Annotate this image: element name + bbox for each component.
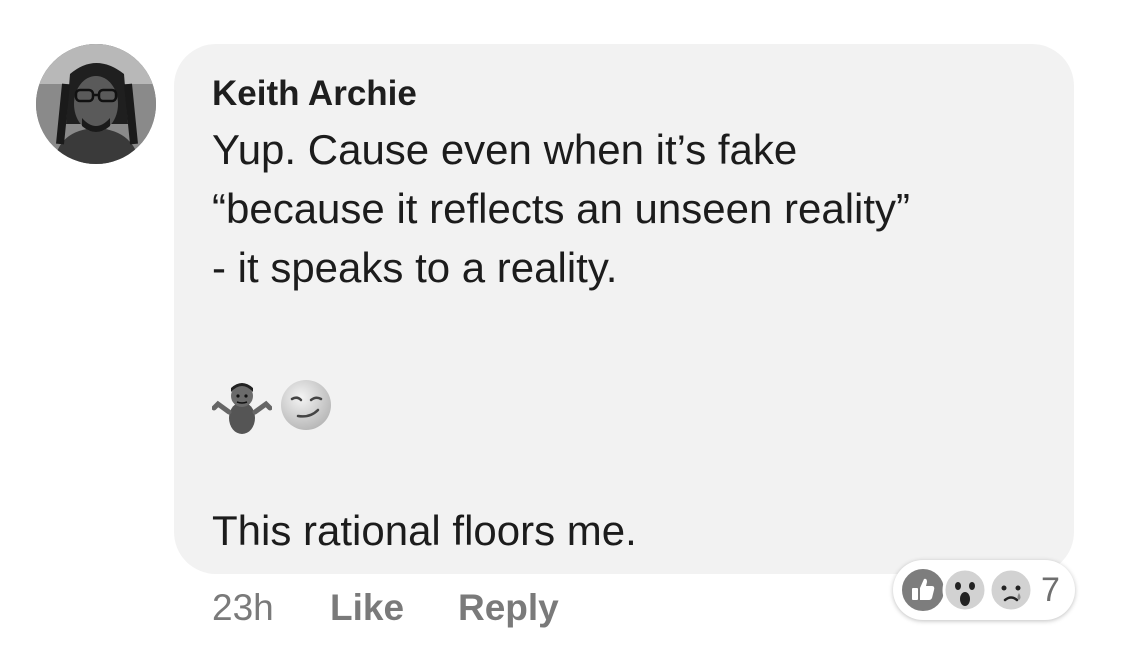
comment-text-line: Yup. Cause even when it’s fake — [212, 126, 798, 173]
comment-actions: 23h Like Reply — [0, 586, 700, 630]
sad-reaction-icon — [987, 566, 1035, 614]
person-shrugging-emoji — [212, 383, 272, 434]
comment-text-line: “because it reflects an unseen reality” — [212, 185, 911, 232]
comment-text-line: - it speaks to a reality. — [212, 244, 618, 291]
emoji-row — [212, 374, 342, 434]
comment-bubble: Keith Archie Yup. Cause even when it’s f… — [174, 44, 1074, 574]
smirking-face-emoji — [281, 380, 331, 430]
wow-reaction-icon — [941, 566, 989, 614]
reactions-summary[interactable]: 7 — [893, 560, 1075, 620]
reply-button[interactable]: Reply — [458, 586, 559, 630]
avatar[interactable] — [36, 44, 156, 164]
comment-author[interactable]: Keith Archie — [212, 74, 417, 114]
reaction-count: 7 — [1041, 571, 1060, 609]
timestamp[interactable]: 23h — [212, 586, 274, 630]
like-button[interactable]: Like — [330, 586, 404, 630]
like-reaction-icon — [899, 566, 947, 614]
avatar-photo — [36, 44, 156, 164]
comment-text-line: This rational floors me. — [212, 507, 637, 554]
